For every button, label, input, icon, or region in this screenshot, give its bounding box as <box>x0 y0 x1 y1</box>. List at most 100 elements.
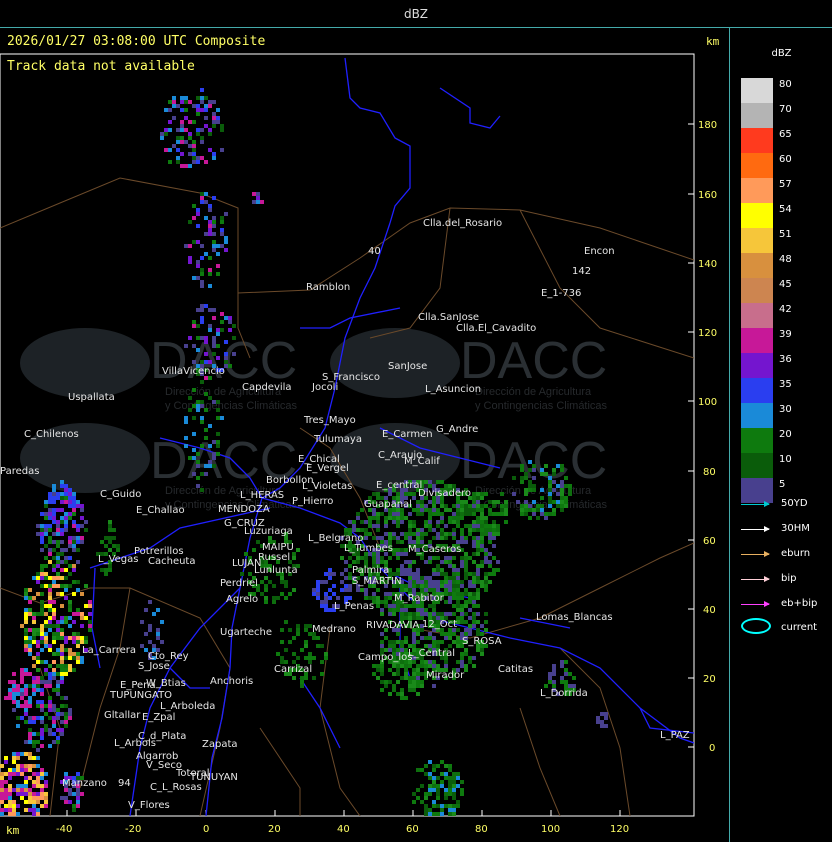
radar-echo-cell <box>84 640 88 644</box>
radar-echo-cell <box>340 556 344 560</box>
radar-echo-cell <box>376 588 380 592</box>
radar-echo-cell <box>220 328 224 332</box>
radar-echo-cell <box>464 540 468 544</box>
arrow-icon <box>741 501 770 507</box>
radar-echo-cell <box>64 492 68 496</box>
radar-echo-cell <box>328 576 332 580</box>
radar-echo-cell <box>64 724 68 728</box>
radar-echo-cell <box>68 544 72 548</box>
radar-echo-cell <box>28 720 32 724</box>
radar-echo-cell <box>488 508 492 512</box>
radar-echo-cell <box>320 644 324 648</box>
radar-echo-cell <box>48 708 52 712</box>
radar-echo-cell <box>48 500 52 504</box>
radar-echo-cell <box>12 708 16 712</box>
radar-echo-cell <box>28 800 32 804</box>
radar-echo-cell <box>24 720 28 724</box>
radar-echo-cell <box>20 788 24 792</box>
radar-echo-cell <box>40 732 44 736</box>
radar-echo-cell <box>200 284 204 288</box>
radar-echo-cell <box>436 612 440 616</box>
radar-echo-cell <box>44 796 48 800</box>
radar-echo-cell <box>312 676 316 680</box>
radar-echo-cell <box>16 764 20 768</box>
radar-echo-cell <box>336 596 340 600</box>
radar-echo-cell <box>456 660 460 664</box>
radar-echo-cell <box>220 148 224 152</box>
radar-echo-cell <box>80 792 84 796</box>
radar-echo-cell <box>392 644 396 648</box>
radar-echo-cell <box>424 812 428 816</box>
radar-echo-cell <box>20 680 24 684</box>
radar-echo-cell <box>212 308 216 312</box>
radar-echo-cell <box>436 788 440 792</box>
radar-echo-cell <box>452 812 456 816</box>
radar-echo-cell <box>424 520 428 524</box>
radar-echo-cell <box>464 664 468 668</box>
radar-echo-cell <box>344 568 348 572</box>
radar-echo-cell <box>24 768 28 772</box>
radar-echo-cell <box>488 500 492 504</box>
radar-echo-cell <box>204 352 208 356</box>
radar-echo-cell <box>468 608 472 612</box>
radar-echo-cell <box>452 584 456 588</box>
radar-echo-cell <box>36 684 40 688</box>
radar-echo-cell <box>12 700 16 704</box>
radar-echo-cell <box>20 624 24 628</box>
radar-echo-cell <box>64 516 68 520</box>
radar-echo-cell <box>64 800 68 804</box>
legend-swatch-label: 20 <box>779 429 792 440</box>
radar-echo-cell <box>484 552 488 556</box>
radar-echo-cell <box>192 104 196 108</box>
radar-echo-cell <box>364 596 368 600</box>
radar-echo-cell <box>552 500 556 504</box>
radar-echo-cell <box>164 132 168 136</box>
radar-echo-cell <box>452 564 456 568</box>
radar-echo-cell <box>396 556 400 560</box>
radar-echo-cell <box>416 528 420 532</box>
place-label: Agrelo <box>226 594 258 605</box>
radar-echo-cell <box>452 528 456 532</box>
radar-echo-cell <box>428 528 432 532</box>
radar-echo-cell <box>28 752 32 756</box>
radar-echo-cell <box>468 596 472 600</box>
radar-echo-cell <box>368 516 372 520</box>
radar-echo-cell <box>452 512 456 516</box>
radar-echo-cell <box>380 644 384 648</box>
radar-echo-cell <box>44 612 48 616</box>
place-label: Palmira <box>352 565 389 576</box>
radar-echo-cell <box>400 540 404 544</box>
radar-echo-cell <box>12 800 16 804</box>
radar-echo-cell <box>416 680 420 684</box>
radar-echo-cell <box>116 548 120 552</box>
radar-echo-cell <box>44 780 48 784</box>
radar-echo-cell <box>448 768 452 772</box>
radar-echo-cell <box>480 564 484 568</box>
radar-echo-cell <box>384 592 388 596</box>
radar-echo-cell <box>32 732 36 736</box>
radar-echo-cell <box>304 676 308 680</box>
radar-echo-cell <box>60 508 64 512</box>
radar-echo-cell <box>544 464 548 468</box>
radar-echo-cell <box>432 508 436 512</box>
radar-echo-cell <box>44 800 48 804</box>
radar-echo-cell <box>60 672 64 676</box>
svg-text:-20: -20 <box>125 824 141 835</box>
svg-text:60: 60 <box>406 824 419 835</box>
radar-echo-cell <box>16 812 20 816</box>
radar-echo-cell <box>420 604 424 608</box>
radar-echo-cell <box>552 480 556 484</box>
radar-echo-cell <box>40 768 44 772</box>
radar-echo-cell <box>36 688 40 692</box>
radar-echo-cell <box>8 812 12 816</box>
radar-echo-cell <box>36 812 40 816</box>
radar-echo-cell <box>564 496 568 500</box>
radar-map[interactable]: DACC Dirección de Agricultura y Continge… <box>0 28 730 842</box>
track-legend-label: 50YD <box>781 498 808 509</box>
radar-echo-cell <box>8 680 12 684</box>
radar-echo-cell <box>420 512 424 516</box>
radar-echo-cell <box>360 556 364 560</box>
radar-echo-cell <box>144 608 148 612</box>
radar-echo-cell <box>448 636 452 640</box>
radar-echo-cell <box>316 580 320 584</box>
